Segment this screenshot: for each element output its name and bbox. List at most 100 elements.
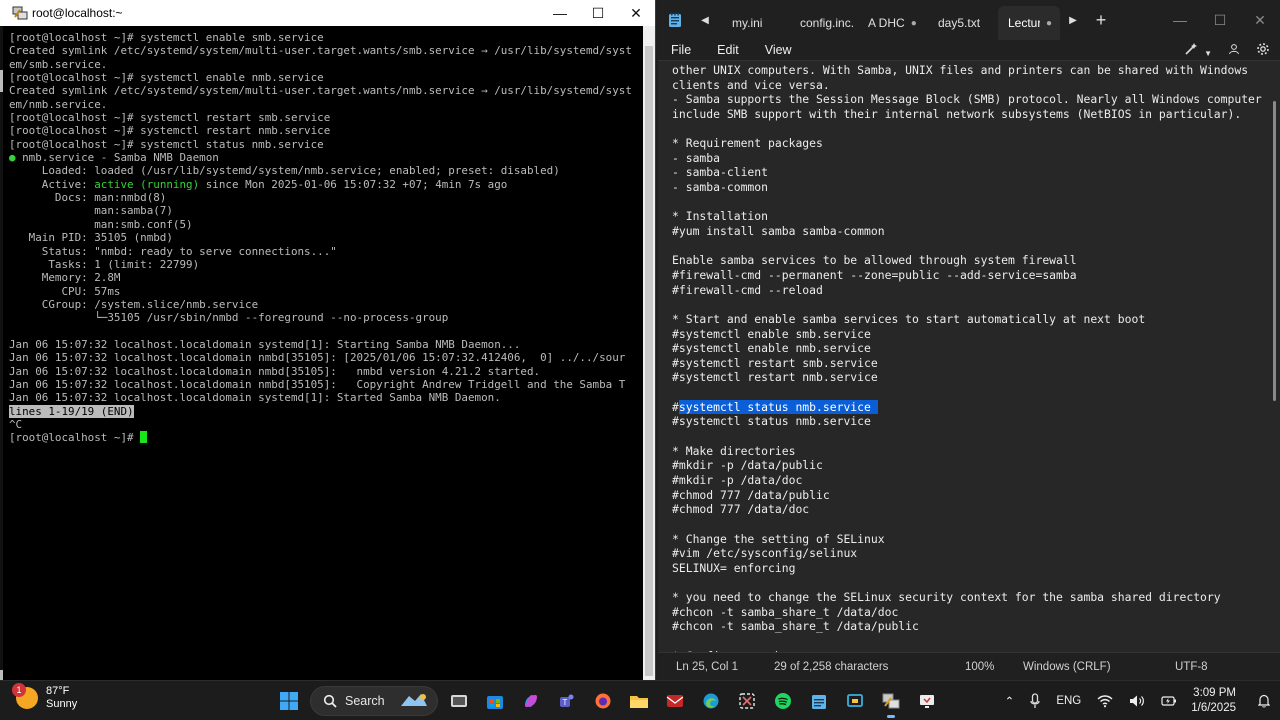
system-tray: ⌃ ENG 3:09 PM 1/6/2025 bbox=[997, 681, 1280, 720]
document-line: #systemctl enable smb.service bbox=[672, 327, 1262, 342]
terminal-window[interactable]: root@localhost:~ — ☐ ✕ [root@localhost ~… bbox=[0, 0, 656, 686]
terminal-titlebar[interactable]: root@localhost:~ — ☐ ✕ bbox=[0, 0, 655, 26]
terminal-line-text: Loaded: loaded (/usr/lib/systemd/system/… bbox=[9, 164, 560, 178]
terminal-line-text: Created symlink /etc/systemd/system/mult… bbox=[9, 44, 632, 58]
scroll-tabs-left-icon[interactable]: ◀ bbox=[692, 0, 718, 40]
microphone-icon[interactable] bbox=[1022, 693, 1048, 709]
edge-icon[interactable] bbox=[696, 686, 726, 716]
tab-a-dhc[interactable]: A DHC ● bbox=[862, 6, 926, 40]
search-box[interactable]: Search bbox=[310, 686, 438, 716]
document-line: include SMB support with their internal … bbox=[672, 107, 1262, 122]
document-line: * you need to change the SELinux securit… bbox=[672, 590, 1262, 605]
tab-label: day5.txt bbox=[938, 16, 981, 30]
screen-capture-icon[interactable] bbox=[840, 686, 870, 716]
tab-config-inc[interactable]: config.inc.ph bbox=[790, 6, 862, 40]
notepad-text-area[interactable]: other UNIX computers. With Samba, UNIX f… bbox=[658, 60, 1280, 652]
terminal-line: └─35105 /usr/sbin/nmbd --foreground --no… bbox=[9, 311, 643, 324]
terminal-line-text: Active: bbox=[9, 177, 95, 191]
taskbar: 1 87°F Sunny Search T ⌃ ENG 3:09 PM 1/6/… bbox=[0, 680, 1280, 720]
document-line-text: #firewall-cmd --permanent --zone=public … bbox=[672, 267, 1077, 282]
terminal-line-text: [root@localhost ~]# systemctl enable nmb… bbox=[9, 71, 324, 85]
document-line-text: * Requirement packages bbox=[672, 136, 823, 151]
notepad-window[interactable]: ◀ my.ini config.inc.ph A DHC ● day5.txt L… bbox=[658, 0, 1280, 680]
pager-status: lines 1-19/19 (END) bbox=[9, 404, 134, 418]
document-line-text: #systemctl enable nmb.service bbox=[672, 341, 871, 356]
putty-taskbar-icon[interactable] bbox=[876, 686, 906, 718]
battery-plug-icon[interactable] bbox=[1153, 694, 1185, 708]
terminal-line-text: CPU: 57ms bbox=[9, 284, 121, 298]
tab-my-ini[interactable]: my.ini bbox=[718, 6, 790, 40]
document-line: #systemctl enable nmb.service bbox=[672, 341, 1262, 356]
start-windows-icon[interactable] bbox=[274, 686, 304, 716]
close-button[interactable]: ✕ bbox=[1240, 0, 1280, 40]
task-view-icon[interactable] bbox=[444, 686, 474, 716]
tab-lecture[interactable]: Lectur ● bbox=[998, 6, 1060, 40]
document-line-text: #chcon -t samba_share_t /data/doc bbox=[672, 604, 899, 619]
remote-desktop-icon[interactable] bbox=[912, 686, 942, 716]
terminal-line: em/nmb.service. bbox=[9, 98, 643, 111]
terminal-line: Active: active (running) since Mon 2025-… bbox=[9, 178, 643, 191]
volume-icon[interactable] bbox=[1121, 694, 1153, 708]
document-line: #yum install samba samba-common bbox=[672, 224, 1262, 239]
tab-day5[interactable]: day5.txt bbox=[926, 6, 998, 40]
terminal-scrollbar[interactable] bbox=[643, 26, 655, 680]
close-button[interactable]: ✕ bbox=[617, 0, 655, 26]
mail-app-icon[interactable] bbox=[660, 686, 690, 716]
store-icon[interactable] bbox=[480, 686, 510, 716]
terminal-line: CGroup: /system.slice/nmb.service bbox=[9, 298, 643, 311]
show-hidden-icons-chevron-icon[interactable]: ⌃ bbox=[997, 694, 1023, 708]
maximize-button[interactable]: ☐ bbox=[579, 0, 617, 26]
sun-icon: 1 bbox=[12, 683, 38, 709]
document-line: #chcon -t samba_share_t /data/public bbox=[672, 619, 1262, 634]
terminal-output[interactable]: [root@localhost ~]# systemctl enable smb… bbox=[9, 31, 643, 651]
menu-file[interactable]: File bbox=[658, 43, 704, 57]
copilot-rewrite-icon[interactable]: ▼ bbox=[1184, 42, 1212, 59]
snipping-tool-icon[interactable] bbox=[732, 686, 762, 716]
cursor-position: Ln 25, Col 1 bbox=[676, 661, 739, 673]
account-icon[interactable] bbox=[1228, 43, 1240, 58]
tab-label: Lectur bbox=[1008, 16, 1040, 30]
document-line: * Requirement packages bbox=[672, 136, 1262, 151]
desktop: root@localhost:~ — ☐ ✕ [root@localhost ~… bbox=[0, 0, 1280, 720]
terminal-line-text: ^C bbox=[9, 417, 23, 431]
document-line: Enable samba services to be allowed thro… bbox=[672, 253, 1262, 268]
unsaved-dot-icon: ● bbox=[1045, 17, 1052, 29]
scrollbar-thumb[interactable] bbox=[645, 46, 653, 676]
document-text[interactable]: other UNIX computers. With Samba, UNIX f… bbox=[672, 63, 1262, 652]
weather-widget[interactable]: 1 87°F Sunny bbox=[12, 683, 77, 711]
terminal-line-text: em/smb.service. bbox=[9, 57, 108, 71]
document-line-text: - Samba supports the Session Message Blo… bbox=[672, 92, 1262, 107]
minimize-button[interactable]: — bbox=[541, 0, 579, 26]
notification-bell-icon[interactable] bbox=[1250, 694, 1280, 708]
notepad-menubar: File Edit View ▼ bbox=[658, 40, 1280, 60]
spotify-icon[interactable] bbox=[768, 686, 798, 716]
file-explorer-icon[interactable] bbox=[624, 686, 654, 716]
firefox-icon[interactable] bbox=[588, 686, 618, 716]
menu-edit[interactable]: Edit bbox=[704, 43, 752, 57]
scroll-tabs-right-icon[interactable]: ▶ bbox=[1060, 0, 1086, 40]
terminal-line-text: [root@localhost ~]# systemctl enable smb… bbox=[9, 31, 324, 44]
scrollbar-thumb[interactable] bbox=[1273, 101, 1276, 401]
clock[interactable]: 3:09 PM 1/6/2025 bbox=[1185, 686, 1250, 716]
maximize-button[interactable]: ☐ bbox=[1200, 0, 1240, 40]
settings-gear-icon[interactable] bbox=[1256, 42, 1270, 59]
document-line-text: #chmod 777 /data/public bbox=[672, 487, 830, 502]
new-tab-button[interactable]: + bbox=[1086, 0, 1116, 40]
document-line: #firewall-cmd --permanent --zone=public … bbox=[672, 268, 1262, 283]
minimize-button[interactable]: — bbox=[1160, 0, 1200, 40]
copilot-icon[interactable] bbox=[516, 686, 546, 716]
wifi-icon[interactable] bbox=[1089, 694, 1121, 708]
terminal-line-text: Jan 06 15:07:32 localhost.localdomain nm… bbox=[9, 377, 626, 391]
zoom-level[interactable]: 100% bbox=[965, 661, 994, 673]
terminal-line: man:samba(7) bbox=[9, 204, 643, 217]
menu-view[interactable]: View bbox=[752, 43, 805, 57]
teams-icon[interactable]: T bbox=[552, 686, 582, 716]
terminal-line: [root@localhost ~]# systemctl enable nmb… bbox=[9, 71, 643, 84]
notepad-scrollbar[interactable] bbox=[1270, 101, 1278, 401]
input-language[interactable]: ENG bbox=[1048, 695, 1089, 707]
notepad-taskbar-icon[interactable] bbox=[804, 686, 834, 716]
